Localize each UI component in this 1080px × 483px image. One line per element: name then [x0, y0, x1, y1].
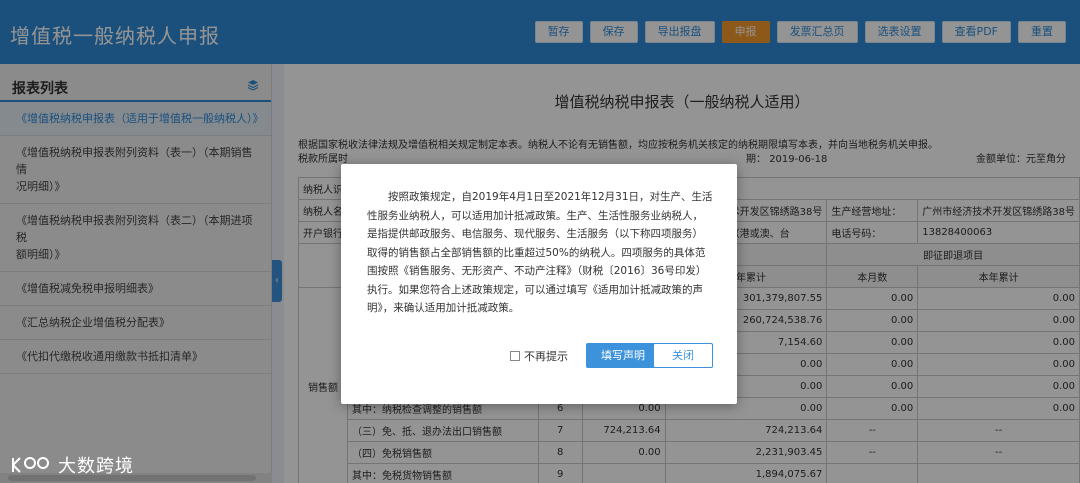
policy-notice-dialog: 按照政策规定，自2019年4月1日至2021年12月31日，对生产、生活性服务业…	[341, 164, 737, 404]
watermark-logo-icon	[12, 457, 49, 473]
watermark: 大数跨境	[10, 452, 134, 478]
fill-declaration-button[interactable]: 填写声明	[586, 343, 660, 368]
no-remind-label: 不再提示	[524, 350, 568, 363]
policy-notice-text: 按照政策规定，自2019年4月1日至2021年12月31日，对生产、生活性服务业…	[367, 191, 713, 314]
no-remind-checkbox[interactable]: 不再提示	[510, 348, 568, 364]
checkbox-box[interactable]	[510, 351, 520, 361]
watermark-text: 大数跨境	[58, 456, 134, 477]
dialog-footer: 不再提示 填写声明 关闭	[341, 341, 737, 369]
close-dialog-button[interactable]: 关闭	[653, 343, 713, 368]
